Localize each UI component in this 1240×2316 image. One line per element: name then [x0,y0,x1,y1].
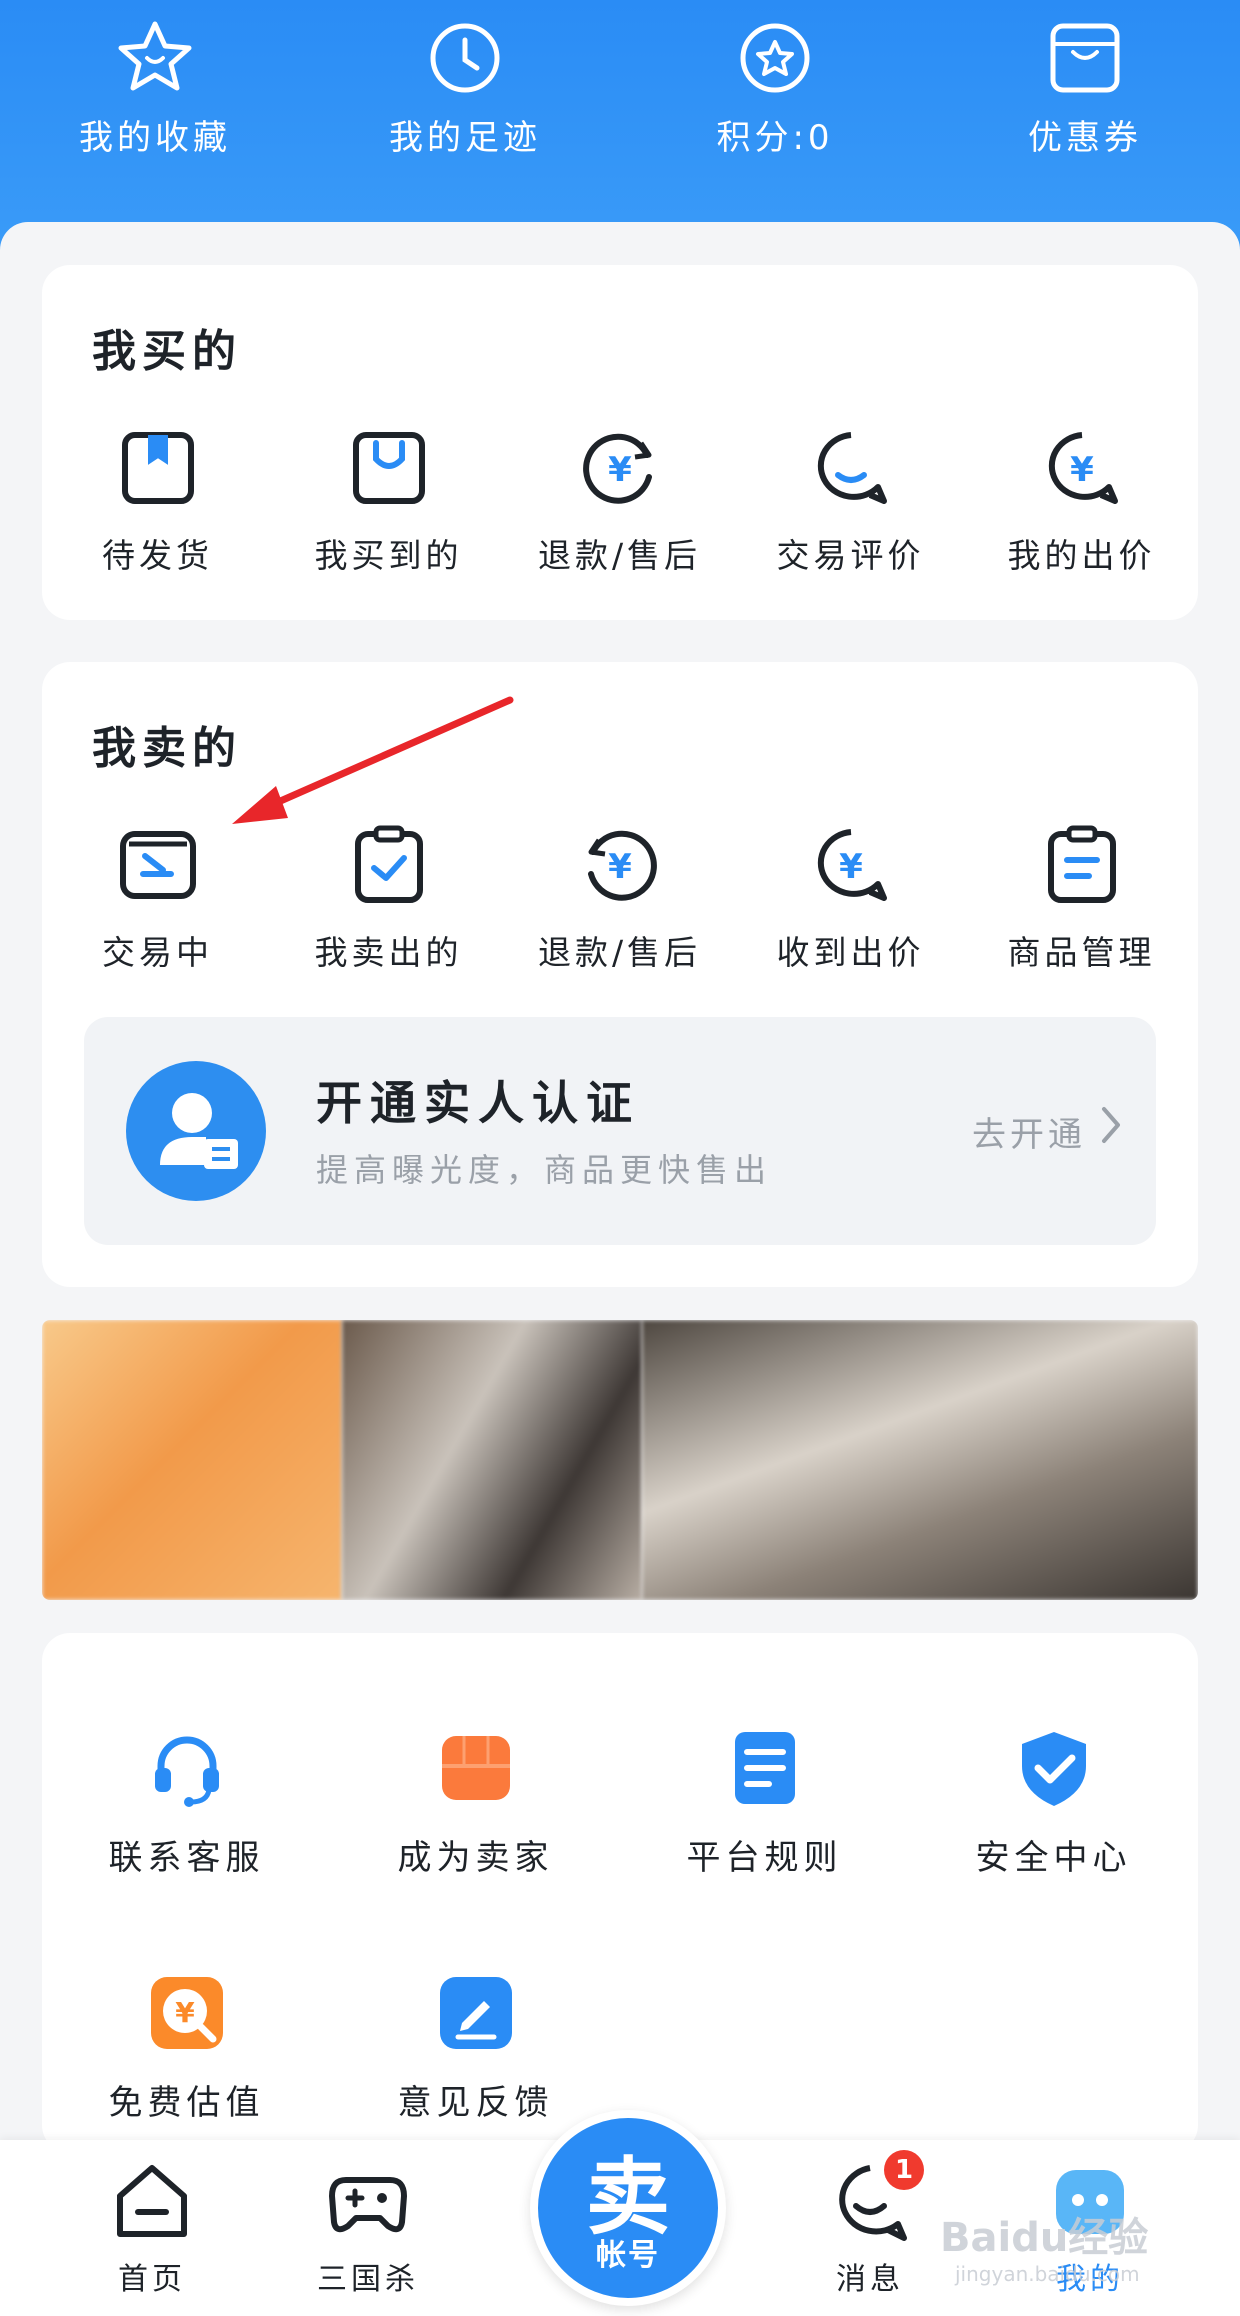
points-star-icon [740,23,810,93]
bid-yuan-icon: ¥ [817,829,887,901]
sold-item-trading[interactable]: 交易中 [42,822,273,974]
bought-item-label: 我买到的 [314,536,463,575]
quick-link-label: 优惠券 [1028,118,1142,158]
gamepad-icon [329,2177,407,2233]
bought-item-label: 待发货 [102,536,213,575]
document-icon [734,1732,795,1804]
quick-link-points[interactable]: 积分:0 [660,18,890,188]
svg-text:¥: ¥ [608,847,632,887]
verify-title: 开通实人认证 [316,1076,640,1130]
real-name-verification-banner[interactable]: 开通实人认证 提高曝光度，商品更快售出 去开通 [84,1017,1156,1245]
sold-item-label: 我卖出的 [314,933,463,972]
verify-action-link[interactable]: 去开通 [972,1107,1086,1156]
shield-check-icon [1021,1732,1086,1806]
sold-item-received-bids[interactable]: ¥ 收到出价 [735,822,966,974]
promo-banner-segment [342,1320,642,1600]
bought-item-my-bids[interactable]: ¥ 我的出价 [966,425,1197,577]
valuation-icon: ¥ [150,1977,223,2049]
sold-item-label: 交易中 [102,933,213,972]
sold-item-sold[interactable]: 我卖出的 [273,822,504,974]
sold-item-refund[interactable]: ¥ 退款/售后 [504,822,735,974]
services-grid-row-2: ¥ 免费估值 意见反馈 [42,1973,1198,2124]
services-grid-row-1: 联系客服 成为卖家 平台规则 安全中心 [42,1728,1198,1879]
trading-icon [119,831,196,899]
header-banner: 我的收藏 我的足迹 积分:0 优惠券 [0,0,1240,250]
review-bubble-icon [817,432,887,504]
verify-avatar-icon [126,1061,266,1201]
service-label: 免费估值 [108,2083,265,2123]
sold-grid: 交易中 我卖出的 ¥ 退款/售后 ¥ 收到出价 商品管理 [42,822,1198,974]
services-card: 联系客服 成为卖家 平台规则 安全中心 ¥ 免费估值 意见反馈 [42,1633,1198,2153]
bought-item-review[interactable]: 交易评价 [735,425,966,577]
quick-links: 我的收藏 我的足迹 积分:0 优惠券 [0,18,1240,188]
bought-grid: 待发货 我买到的 ¥ 退款/售后 交易评价 ¥ 我的出价 [42,425,1198,577]
service-label: 平台规则 [686,1838,843,1878]
sold-card: 我卖的 交易中 我卖出的 ¥ 退款/售后 ¥ 收到出价 商品管理 开通实人认证 … [42,662,1198,1287]
tab-label: 首页 [118,2262,186,2297]
coupon-icon [1050,23,1120,93]
message-count-badge: 1 [884,2150,924,2190]
svg-text:¥: ¥ [175,1996,195,2029]
service-security-center[interactable]: 安全中心 [909,1728,1198,1879]
verify-subtitle: 提高曝光度，商品更快售出 [316,1151,773,1189]
quick-link-favorites[interactable]: 我的收藏 [40,18,270,188]
feedback-edit-icon [439,1977,512,2049]
service-contact-support[interactable]: 联系客服 [42,1728,331,1879]
annotation-arrow-icon [232,696,514,824]
quick-link-coupons[interactable]: 优惠券 [970,18,1200,188]
tab-sanguosha[interactable]: 三国杀 [288,2160,448,2298]
shopping-bag-icon [352,432,425,504]
promo-banner-segment [642,1320,1198,1600]
sell-account-button[interactable]: 卖 帐号 [530,2110,726,2306]
bought-item-label: 交易评价 [776,536,925,575]
store-icon [441,1736,510,1800]
promo-banner-segment [42,1320,342,1600]
service-become-seller[interactable]: 成为卖家 [331,1728,620,1879]
bought-item-purchased[interactable]: 我买到的 [273,425,504,577]
quick-link-history[interactable]: 我的足迹 [350,18,580,188]
sold-item-label: 收到出价 [776,933,925,972]
bought-item-refund[interactable]: ¥ 退款/售后 [504,425,735,577]
quick-link-label: 我的收藏 [79,118,231,158]
bought-card: 我买的 待发货 我买到的 ¥ 退款/售后 交易评价 ¥ 我的出价 [42,265,1198,620]
svg-text:¥: ¥ [608,450,632,490]
refund-icon: ¥ [582,433,652,504]
service-label: 安全中心 [975,1838,1132,1878]
service-platform-rules[interactable]: 平台规则 [620,1728,909,1879]
promo-banner[interactable] [42,1320,1198,1600]
chevron-right-icon [1102,1107,1120,1143]
home-icon [117,2165,187,2237]
service-free-valuation[interactable]: ¥ 免费估值 [42,1973,331,2124]
quick-link-label: 积分:0 [716,118,834,158]
sell-button-sub-label: 帐号 [596,2238,660,2273]
bought-title: 我买的 [92,326,242,377]
tab-label: 消息 [836,2262,904,2297]
tab-label: 三国杀 [317,2262,419,2297]
baidu-watermark-url: jingyan.baidu.com [955,2262,1140,2286]
svg-text:¥: ¥ [1070,450,1094,490]
star-icon [118,21,192,91]
clock-icon [430,23,500,93]
sold-item-label: 退款/售后 [537,933,702,972]
tab-messages[interactable]: 消息 [790,2160,950,2298]
service-feedback[interactable]: 意见反馈 [331,1973,620,2124]
service-label: 成为卖家 [397,1838,554,1878]
sold-item-product-management[interactable]: 商品管理 [966,822,1197,974]
bid-yuan-icon: ¥ [1048,432,1118,504]
bought-item-pending-ship[interactable]: 待发货 [42,425,273,577]
bought-item-label: 退款/售后 [537,536,702,575]
refund-icon: ¥ [587,830,657,901]
service-label: 意见反馈 [397,2083,554,2123]
clipboard-list-icon [1047,825,1116,903]
tab-home[interactable]: 首页 [72,2160,232,2298]
baidu-watermark: Baidu经验 [940,2215,1149,2261]
service-label: 联系客服 [108,1838,265,1878]
bought-item-label: 我的出价 [1007,536,1156,575]
sold-item-label: 商品管理 [1007,933,1156,972]
headset-icon [154,1736,219,1807]
svg-text:¥: ¥ [839,847,863,887]
package-icon [121,432,194,504]
quick-link-label: 我的足迹 [389,118,541,158]
